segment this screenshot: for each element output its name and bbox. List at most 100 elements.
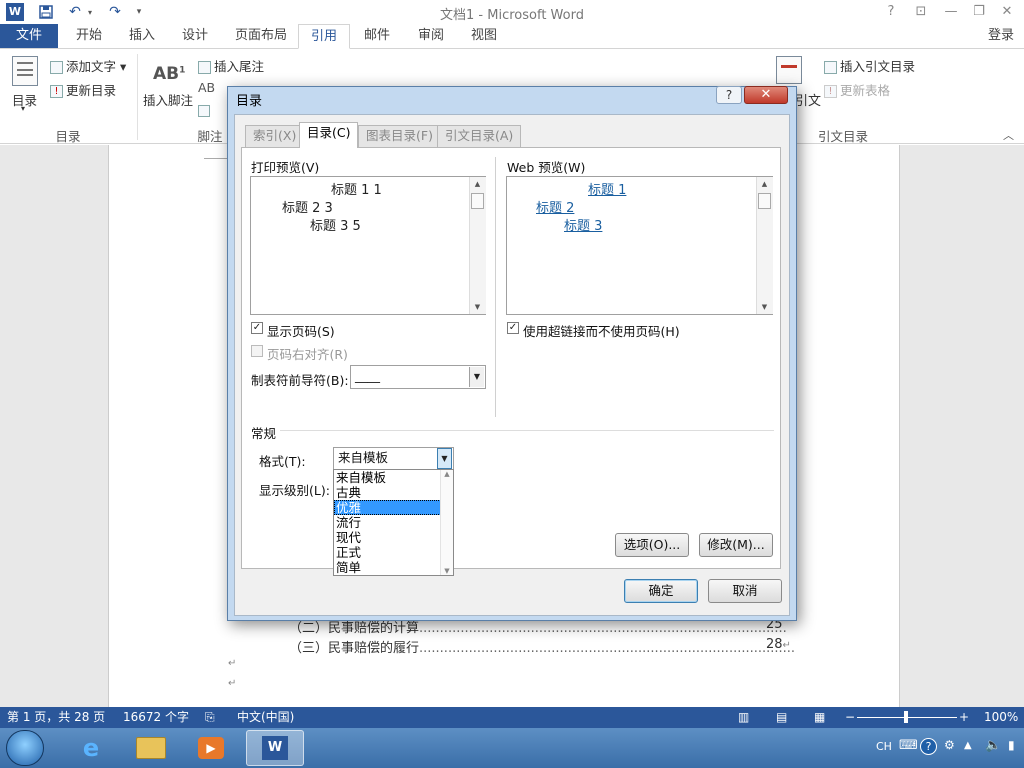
page-count[interactable]: 第 1 页，共 28 页 <box>7 707 105 728</box>
format-option[interactable]: 来自模板 <box>334 470 453 485</box>
dialog-help-button[interactable]: ? <box>716 86 742 104</box>
tab-table-of-figures[interactable]: 图表目录(F) <box>358 125 441 147</box>
cancel-button[interactable]: 取消 <box>708 579 782 603</box>
scroll-thumb[interactable] <box>471 193 484 209</box>
mark-citation-label[interactable]: 引文 <box>795 90 821 109</box>
internet-explorer-icon[interactable]: e <box>62 730 120 766</box>
tab-insert[interactable]: 插入 <box>117 24 167 48</box>
zoom-slider-thumb[interactable] <box>904 711 908 723</box>
scroll-up-arrow-icon[interactable]: ▲ <box>469 177 486 191</box>
web-preview-link-3[interactable]: 标题 3 <box>564 215 602 234</box>
update-table-button[interactable]: ! 更新表格 <box>824 80 890 99</box>
toc-dropdown-icon[interactable]: ▾ <box>21 104 25 113</box>
insert-endnote-button[interactable]: 插入尾注 <box>198 56 264 75</box>
print-preview-line-3: 标题 3 5 <box>310 219 361 234</box>
tab-home[interactable]: 开始 <box>64 24 114 48</box>
start-button-icon[interactable] <box>6 730 44 766</box>
show-levels-label: 显示级别(L): <box>259 483 330 498</box>
maximize-button[interactable]: ❐ <box>968 2 990 22</box>
tab-references[interactable]: 引用 <box>298 24 351 49</box>
zoom-level[interactable]: 100% <box>984 707 1018 728</box>
minimize-button[interactable]: — <box>940 2 962 22</box>
close-button[interactable]: ✕ <box>996 2 1018 22</box>
toc-entry-3-page: 28↵ <box>766 637 791 652</box>
format-option[interactable]: 现代 <box>334 530 453 545</box>
scroll-up-arrow-icon[interactable]: ▲ <box>441 470 453 478</box>
zoom-in-button[interactable]: + <box>959 707 969 728</box>
web-preview-link-1[interactable]: 标题 1 <box>588 179 626 198</box>
scroll-down-arrow-icon[interactable]: ▼ <box>469 300 486 314</box>
tab-design[interactable]: 设计 <box>170 24 220 48</box>
add-text-button[interactable]: 添加文字 ▾ <box>50 56 126 75</box>
input-language-indicator[interactable]: CH <box>876 740 892 753</box>
read-mode-icon[interactable]: ▥ <box>738 707 749 728</box>
format-dropdown-icon[interactable]: ▼ <box>437 448 452 469</box>
show-notes-icon[interactable] <box>198 102 213 117</box>
format-select[interactable]: 来自模板 <box>333 447 454 470</box>
modify-button[interactable]: 修改(M)... <box>699 533 773 557</box>
print-preview-label: 打印预览(V) <box>251 160 320 175</box>
insert-footnote-button[interactable]: 插入脚注 <box>143 90 193 109</box>
media-player-icon[interactable]: ▶ <box>182 730 240 766</box>
word-count[interactable]: 16672 个字 <box>123 707 189 728</box>
use-hyperlinks-checkbox[interactable]: ✓ <box>507 322 519 334</box>
mark-citation-icon[interactable] <box>776 56 802 84</box>
help-button[interactable]: ? <box>880 2 902 22</box>
language-indicator[interactable]: 中文(中国) <box>237 707 294 728</box>
insert-toa-button[interactable]: 插入引文目录 <box>824 56 915 75</box>
right-align-checkbox[interactable] <box>251 345 263 357</box>
next-footnote-icon[interactable]: AB <box>198 80 215 95</box>
tab-review[interactable]: 审阅 <box>406 24 456 48</box>
tab-page-layout[interactable]: 页面布局 <box>223 24 299 48</box>
volume-icon[interactable]: 🔈 <box>985 738 1001 753</box>
format-option[interactable]: 简单 <box>334 560 453 575</box>
settings-tray-icon[interactable]: ⚙ <box>944 738 955 752</box>
ok-button[interactable]: 确定 <box>624 579 698 603</box>
format-option[interactable]: 流行 <box>334 515 453 530</box>
web-preview-label: Web 预览(W) <box>507 160 586 175</box>
format-option[interactable]: 古典 <box>334 485 453 500</box>
ribbon-display-button[interactable]: ⊡ <box>910 2 932 22</box>
toc-icon[interactable] <box>12 56 38 86</box>
format-option-selected[interactable]: 优雅 <box>334 500 453 515</box>
help-tray-icon[interactable]: ? <box>920 738 937 755</box>
dialog-title: 目录 <box>236 94 263 109</box>
keyboard-icon[interactable]: ⌨ <box>899 738 918 753</box>
format-options-list[interactable]: 来自模板 古典 优雅 流行 现代 正式 简单 ▲ ▼ <box>333 469 454 576</box>
tab-table-of-contents[interactable]: 目录(C) <box>299 122 359 148</box>
zoom-out-button[interactable]: − <box>845 707 855 728</box>
format-list-scrollbar[interactable]: ▲ ▼ <box>440 470 453 575</box>
login-link[interactable]: 登录 <box>988 24 1014 48</box>
scroll-down-arrow-icon[interactable]: ▼ <box>756 300 773 314</box>
file-explorer-icon[interactable] <box>122 730 180 766</box>
tab-leader-select[interactable]: ____ <box>350 365 486 389</box>
insert-endnote-icon <box>198 61 211 74</box>
tab-index[interactable]: 索引(X) <box>245 125 305 147</box>
dialog-close-button[interactable]: ✕ <box>744 86 788 104</box>
format-option[interactable]: 正式 <box>334 545 453 560</box>
toc-entry-3[interactable]: （三）民事赔偿的履行..............................… <box>289 637 795 656</box>
show-page-numbers-checkbox[interactable]: ✓ <box>251 322 263 334</box>
show-hidden-icons-icon[interactable]: ▲ <box>964 740 972 751</box>
tab-view[interactable]: 视图 <box>459 24 509 48</box>
tab-table-of-authorities[interactable]: 引文目录(A) <box>437 125 522 147</box>
network-icon[interactable]: ▮ <box>1008 738 1015 752</box>
print-layout-icon[interactable]: ▤ <box>776 707 787 728</box>
word-taskbar-icon[interactable]: W <box>246 730 304 766</box>
tab-file[interactable]: 文件 <box>0 24 58 48</box>
insert-footnote-icon[interactable]: AB1 <box>153 64 185 84</box>
collapse-ribbon-icon[interactable]: ︿ <box>1003 127 1014 143</box>
show-page-numbers-label[interactable]: 显示页码(S) <box>267 321 335 340</box>
web-preview-link-2[interactable]: 标题 2 <box>536 197 574 216</box>
web-layout-icon[interactable]: ▦ <box>814 707 825 728</box>
tab-mailings[interactable]: 邮件 <box>352 24 402 48</box>
proofing-icon[interactable]: ⎘ <box>205 707 215 728</box>
tab-leader-dropdown-icon[interactable]: ▼ <box>469 367 484 387</box>
right-align-label[interactable]: 页码右对齐(R) <box>267 344 348 363</box>
use-hyperlinks-label[interactable]: 使用超链接而不使用页码(H) <box>523 321 680 340</box>
scroll-down-arrow-icon[interactable]: ▼ <box>441 567 453 575</box>
scroll-up-arrow-icon[interactable]: ▲ <box>756 177 773 191</box>
update-toc-button[interactable]: ! 更新目录 <box>50 80 116 99</box>
options-button[interactable]: 选项(O)... <box>615 533 689 557</box>
scroll-thumb[interactable] <box>758 193 771 209</box>
